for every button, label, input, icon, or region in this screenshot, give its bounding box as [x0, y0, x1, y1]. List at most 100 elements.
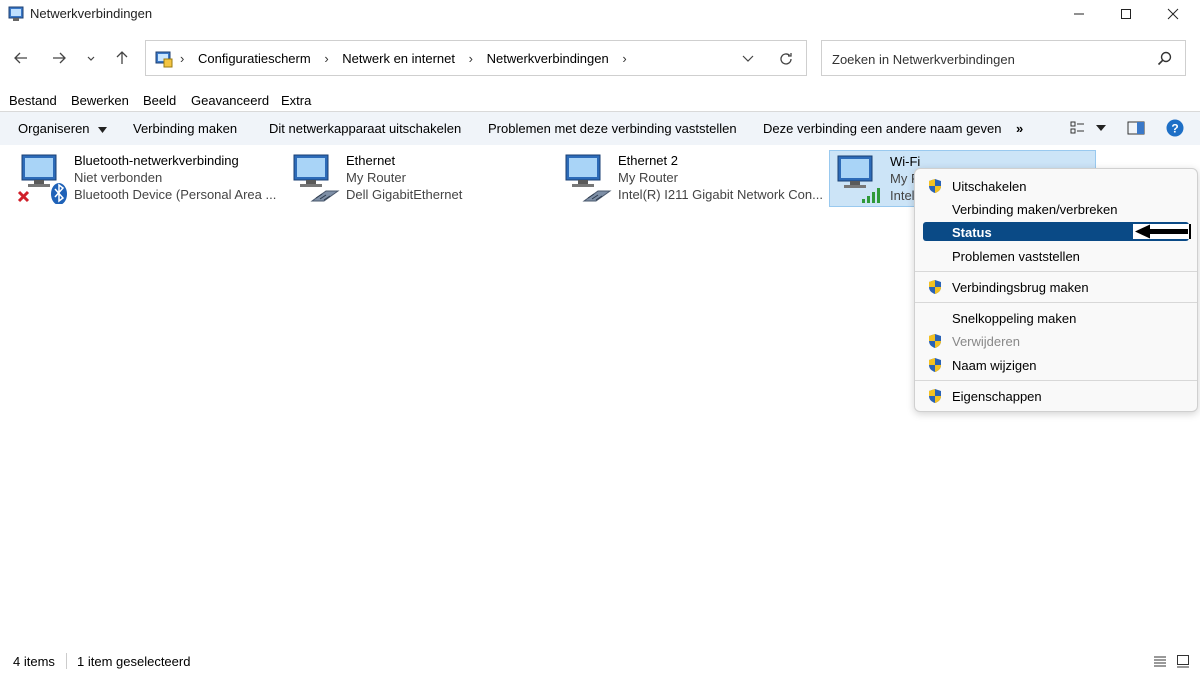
details-view-icon[interactable]: [1153, 655, 1167, 667]
menu-item-bridge[interactable]: Verbindingsbrug maken: [923, 276, 1189, 298]
search-icon[interactable]: [1157, 51, 1172, 66]
control-panel-icon: [155, 51, 173, 68]
command-bar: Organiseren Verbinding maken Dit netwerk…: [0, 111, 1200, 145]
maximize-button[interactable]: [1103, 0, 1149, 28]
menu-bar: Bestand Bewerken Beeld Geavanceerd Extra: [0, 90, 1200, 110]
title-bar: Netwerkverbindingen: [0, 0, 1200, 28]
menu-item-label: Verwijderen: [952, 334, 1020, 349]
breadcrumb-network-connections[interactable]: Netwerkverbindingen: [487, 51, 609, 66]
breadcrumb-separator[interactable]: ›: [622, 51, 626, 66]
menu-separator: [915, 271, 1197, 272]
chevron-down-icon: [87, 56, 95, 61]
pointer-arrow-annotation: [1133, 224, 1191, 239]
menu-item-label: Naam wijzigen: [952, 358, 1037, 373]
menu-separator: [915, 302, 1197, 303]
connection-bluetooth[interactable]: Bluetooth-netwerkverbinding Niet verbond…: [14, 150, 276, 206]
close-button[interactable]: [1150, 0, 1196, 28]
connection-device: Dell GigabitEthernet: [346, 187, 463, 202]
menu-edit[interactable]: Bewerken: [71, 93, 129, 108]
menu-file[interactable]: Bestand: [9, 93, 57, 108]
menu-tools[interactable]: Extra: [281, 93, 311, 108]
connection-status: Niet verbonden: [74, 170, 163, 185]
view-dropdown-icon[interactable]: [1096, 125, 1106, 131]
breadcrumb-control-panel[interactable]: Configuratiescherm: [198, 51, 311, 66]
arrow-up-icon: [116, 51, 128, 64]
connect-button[interactable]: Verbinding maken: [133, 121, 237, 136]
menu-item-label: Snelkoppeling maken: [952, 311, 1077, 326]
breadcrumb: › Configuratiescherm › Netwerk en intern…: [180, 51, 637, 66]
menu-item-properties[interactable]: Eigenschappen: [923, 385, 1189, 407]
connection-name: Bluetooth-netwerkverbinding: [74, 153, 239, 168]
menu-view[interactable]: Beeld: [143, 93, 176, 108]
bluetooth-network-icon: [17, 154, 67, 204]
menu-item-label: Verbinding maken/verbreken: [952, 202, 1118, 217]
context-menu: Uitschakelen Verbinding maken/verbreken …: [914, 168, 1198, 412]
disable-device-button[interactable]: Dit netwerkapparaat uitschakelen: [269, 121, 461, 136]
menu-separator: [915, 380, 1197, 381]
network-connections-app-icon: [8, 6, 24, 21]
connection-status: My Router: [346, 170, 406, 185]
view-options-icon[interactable]: [1070, 121, 1086, 135]
organize-label: Organiseren: [18, 121, 90, 136]
back-button[interactable]: [10, 46, 32, 70]
svg-text:?: ?: [1171, 122, 1178, 136]
diagnose-button[interactable]: Problemen met deze verbinding vaststelle…: [488, 121, 737, 136]
menu-item-status[interactable]: Status: [923, 222, 1191, 241]
menu-item-label: Problemen vaststellen: [952, 249, 1080, 264]
menu-item-label: Verbindingsbrug maken: [952, 280, 1089, 295]
menu-item-delete[interactable]: Verwijderen: [923, 330, 1189, 352]
item-count: 4 items: [13, 654, 55, 669]
search-box: [821, 40, 1186, 76]
breadcrumb-separator[interactable]: ›: [180, 51, 184, 66]
menu-item-diagnose[interactable]: Problemen vaststellen: [923, 245, 1189, 267]
preview-pane-icon[interactable]: [1127, 121, 1145, 135]
caret-down-icon: [98, 126, 108, 133]
up-button[interactable]: [111, 46, 133, 70]
organize-button[interactable]: Organiseren: [18, 121, 108, 136]
menu-advanced[interactable]: Geavanceerd: [191, 93, 269, 108]
search-input[interactable]: [830, 49, 1154, 69]
menu-item-shortcut[interactable]: Snelkoppeling maken: [923, 307, 1189, 329]
menu-item-rename[interactable]: Naam wijzigen: [923, 354, 1189, 376]
close-icon: [1167, 8, 1179, 20]
breadcrumb-separator[interactable]: ›: [469, 51, 473, 66]
menu-item-connect-disconnect[interactable]: Verbinding maken/verbreken: [923, 198, 1189, 220]
selection-count: 1 item geselecteerd: [77, 654, 191, 669]
connection-name: Wi-Fi: [890, 154, 921, 169]
connection-device: Intel(R) I211 Gigabit Network Con...: [618, 187, 823, 202]
uac-shield-icon: [929, 358, 941, 372]
uac-shield-icon: [929, 280, 941, 294]
uac-shield-icon: [929, 389, 941, 403]
connection-device: Intel: [890, 188, 915, 203]
menu-item-label: Uitschakelen: [952, 179, 1027, 194]
ethernet-network-icon: [565, 154, 612, 202]
connection-ethernet[interactable]: Ethernet My Router Dell GigabitEthernet: [286, 150, 548, 206]
large-icons-view-icon[interactable]: [1176, 654, 1190, 668]
connection-name: Ethernet 2: [618, 153, 678, 168]
address-bar[interactable]: › Configuratiescherm › Netwerk en intern…: [145, 40, 807, 76]
minimize-button[interactable]: [1056, 0, 1102, 28]
address-row: › Configuratiescherm › Netwerk en intern…: [0, 36, 1200, 82]
menu-item-disable[interactable]: Uitschakelen: [923, 175, 1189, 197]
refresh-icon[interactable]: [778, 51, 794, 67]
recent-locations-button[interactable]: [80, 46, 102, 70]
help-icon[interactable]: ?: [1166, 119, 1184, 137]
rename-button[interactable]: Deze verbinding een andere naam geven: [763, 121, 1002, 136]
wifi-network-icon: [837, 155, 880, 203]
more-commands-button[interactable]: »: [1016, 121, 1023, 136]
window-title: Netwerkverbindingen: [30, 6, 153, 21]
forward-button[interactable]: [48, 46, 70, 70]
uac-shield-icon: [929, 179, 941, 193]
breadcrumb-separator[interactable]: ›: [324, 51, 328, 66]
address-dropdown-icon[interactable]: [742, 54, 754, 64]
connection-ethernet-2[interactable]: Ethernet 2 My Router Intel(R) I211 Gigab…: [558, 150, 823, 206]
uac-shield-icon: [929, 334, 941, 348]
menu-item-label: Eigenschappen: [952, 389, 1042, 404]
menu-item-label: Status: [952, 225, 992, 240]
connection-device: Bluetooth Device (Personal Area ...: [74, 187, 277, 202]
status-divider: [66, 653, 67, 669]
breadcrumb-network-internet[interactable]: Netwerk en internet: [342, 51, 455, 66]
minimize-icon: [1074, 13, 1084, 15]
arrow-left-icon: [14, 52, 27, 64]
connection-name: Ethernet: [346, 153, 396, 168]
